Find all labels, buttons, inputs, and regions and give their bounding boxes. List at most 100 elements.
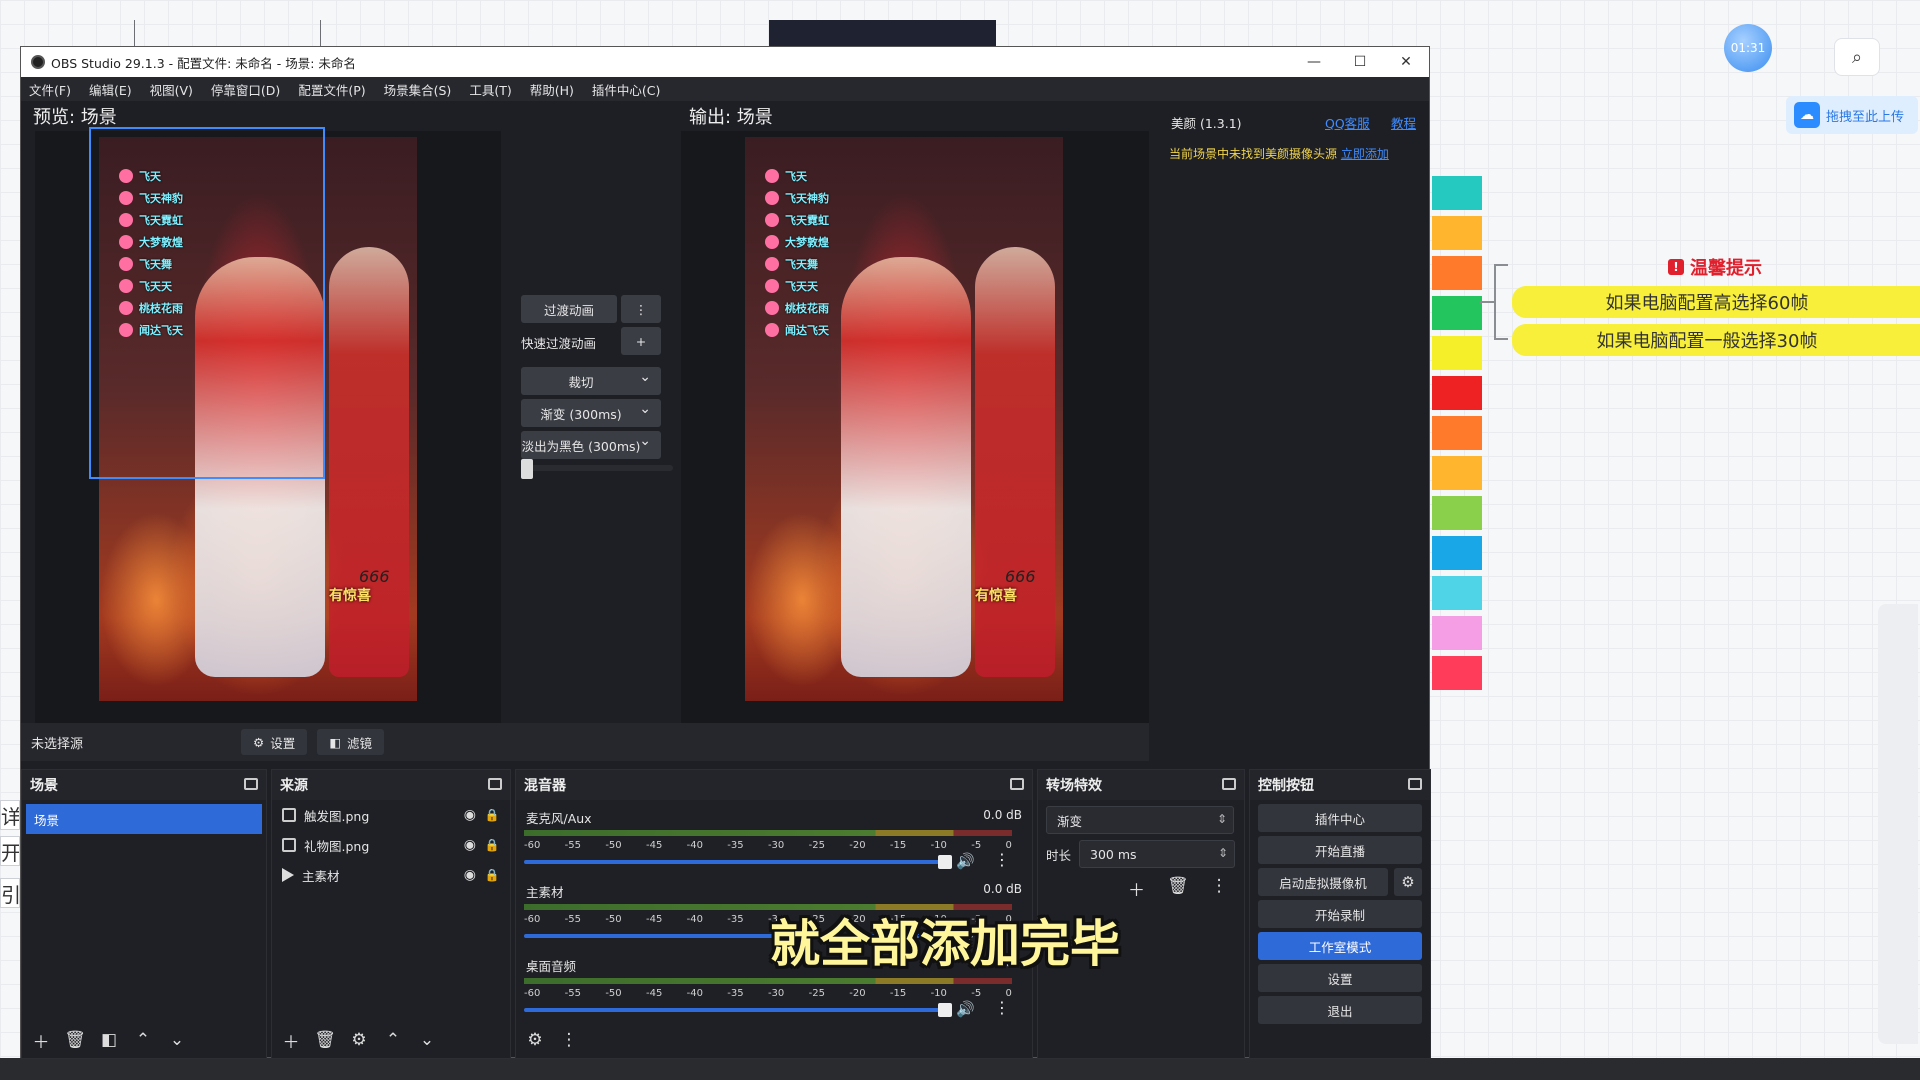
filter-icon: ◧	[329, 734, 342, 750]
quick-transition-fade[interactable]: 渐变 (300ms)	[521, 399, 661, 427]
sources-dock: 来源 触发图.png ◉ 🔒 礼物图.png ◉ 🔒 主素材 ◉ 🔒 ＋ 🗑 ⚙…	[271, 769, 511, 1059]
meter-tick: -5	[971, 840, 982, 851]
menu-scene-collection[interactable]: 场景集合(S)	[384, 80, 452, 99]
menu-profile[interactable]: 配置文件(P)	[298, 80, 365, 99]
window-title: OBS Studio 29.1.3 - 配置文件: 未命名 - 场景: 未命名	[51, 55, 356, 71]
transition-select[interactable]: 渐变	[1046, 806, 1234, 834]
start-recording-button[interactable]: 开始录制	[1258, 900, 1422, 928]
remove-source-icon[interactable]: 🗑	[314, 1030, 336, 1050]
speaker-icon[interactable]: 🔊	[956, 1000, 975, 1018]
kebab-menu-icon[interactable]: ⋮	[558, 1030, 580, 1050]
overlay-text: 有惊喜	[975, 588, 1017, 604]
tutorial-link[interactable]: 教程	[1391, 113, 1416, 132]
undock-icon[interactable]	[1222, 778, 1236, 790]
source-item[interactable]: 礼物图.png ◉ 🔒	[272, 830, 510, 860]
settings-button[interactable]: 设置	[1258, 964, 1422, 992]
eye-icon[interactable]: ◉	[464, 807, 476, 823]
undock-icon[interactable]	[244, 778, 258, 790]
transition-button[interactable]: 过渡动画	[521, 295, 617, 323]
studio-mode-button[interactable]: 工作室模式	[1258, 932, 1422, 960]
virtual-camera-settings-button[interactable]: ⚙	[1394, 868, 1422, 896]
add-beauty-cam-link[interactable]: 立即添加	[1341, 147, 1389, 161]
minimize-button[interactable]: —	[1291, 54, 1337, 70]
source-settings-button[interactable]: ⚙ 设置	[241, 729, 308, 755]
title-bar[interactable]: OBS Studio 29.1.3 - 配置文件: 未命名 - 场景: 未命名 …	[21, 47, 1429, 77]
meter-tick: -50	[605, 914, 622, 925]
qq-support-link[interactable]: QQ客服	[1325, 113, 1370, 132]
menu-docks[interactable]: 停靠窗口(D)	[211, 80, 280, 99]
menu-plugin-center[interactable]: 插件中心(C)	[592, 80, 660, 99]
search-button[interactable]: ⌕	[1834, 38, 1880, 76]
source-filters-button[interactable]: ◧ 滤镜	[317, 729, 385, 755]
source-item[interactable]: 主素材 ◉ 🔒	[272, 860, 510, 890]
source-name: 触发图.png	[304, 808, 370, 824]
move-up-icon[interactable]: ⌃	[382, 1030, 404, 1050]
beauty-warning-text: 当前场景中未找到美颜摄像头源	[1169, 147, 1338, 161]
preview-canvas[interactable]: 飞天 飞天神豹 飞天霓虹 大梦敦煌 飞天舞 飞天天 桃枝花雨 闻达飞天 666 …	[35, 127, 501, 753]
start-virtual-camera-button[interactable]: 启动虚拟摄像机	[1258, 868, 1388, 896]
eye-icon[interactable]: ◉	[464, 867, 476, 883]
exit-button[interactable]: 退出	[1258, 996, 1422, 1024]
source-item[interactable]: 触发图.png ◉ 🔒	[272, 800, 510, 830]
menu-help[interactable]: 帮助(H)	[530, 80, 574, 99]
remove-scene-icon[interactable]: 🗑	[64, 1030, 86, 1050]
meter-tick: -45	[645, 840, 663, 851]
controls-dock: 控制按钮 插件中心 开始直播 启动虚拟摄像机 ⚙ 开始录制 工作室模式 设置 退…	[1249, 769, 1431, 1059]
remove-transition-icon[interactable]: 🗑	[1167, 876, 1189, 901]
move-up-icon[interactable]: ⌃	[132, 1030, 154, 1050]
volume-slider[interactable]	[524, 855, 952, 869]
meter-tick: -15	[889, 840, 907, 851]
move-down-icon[interactable]: ⌄	[166, 1030, 188, 1050]
kebab-menu-icon[interactable]: ⋮	[994, 998, 1010, 1017]
undock-icon[interactable]	[1408, 778, 1422, 790]
start-streaming-button[interactable]: 开始直播	[1258, 836, 1422, 864]
volume-handle[interactable]	[938, 855, 952, 869]
undock-icon[interactable]	[488, 778, 502, 790]
menu-file[interactable]: 文件(F)	[29, 80, 71, 99]
quick-transition-fade-black[interactable]: 淡出为黑色 (300ms)	[521, 431, 661, 459]
lock-icon[interactable]: 🔒	[484, 838, 500, 852]
source-properties-icon[interactable]: ⚙	[348, 1030, 370, 1050]
add-quick-transition-button[interactable]: +	[621, 327, 661, 355]
search-icon: ⌕	[1851, 46, 1863, 68]
lock-icon[interactable]: 🔒	[484, 868, 500, 882]
source-selection-box[interactable]	[89, 127, 325, 479]
maximize-button[interactable]: ☐	[1337, 54, 1383, 70]
t-bar-slider[interactable]	[521, 459, 673, 479]
upload-button[interactable]: ☁ 拖拽至此上传	[1786, 96, 1918, 134]
meter-tick: -55	[564, 914, 581, 925]
kebab-menu-icon[interactable]: ⋮	[1211, 876, 1228, 901]
volume-slider[interactable]	[524, 1003, 952, 1017]
beauty-warning: 当前场景中未找到美颜摄像头源 立即添加	[1169, 145, 1389, 162]
duration-input[interactable]: 300 ms	[1079, 840, 1236, 868]
advanced-audio-icon[interactable]: ⚙	[524, 1030, 546, 1050]
menu-view[interactable]: 视图(V)	[150, 80, 193, 99]
scene-filters-icon[interactable]: ◧	[98, 1030, 120, 1050]
transition-menu-button[interactable]: ⋮	[621, 295, 661, 323]
scene-item[interactable]: 场景	[26, 804, 262, 834]
quick-transition-cut[interactable]: 裁切	[521, 367, 661, 395]
gear-icon: ⚙	[1401, 873, 1415, 891]
t-bar-handle[interactable]	[521, 459, 533, 479]
menu-edit[interactable]: 编辑(E)	[89, 80, 132, 99]
volume-handle[interactable]	[938, 1003, 952, 1017]
gift-list: 飞天 飞天神豹 飞天霓虹 大梦敦煌 飞天舞 飞天天 桃枝花雨 闻达飞天	[765, 167, 829, 339]
add-transition-icon[interactable]: ＋	[1128, 876, 1145, 901]
add-scene-icon[interactable]: ＋	[30, 1028, 52, 1053]
right-side-dock[interactable]	[1878, 604, 1918, 1044]
plugin-center-button[interactable]: 插件中心	[1258, 804, 1422, 832]
kebab-menu-icon[interactable]: ⋮	[994, 850, 1010, 869]
undock-icon[interactable]	[1010, 778, 1024, 790]
add-source-icon[interactable]: ＋	[280, 1028, 302, 1053]
close-button[interactable]: ✕	[1383, 54, 1429, 70]
menu-tools[interactable]: 工具(T)	[469, 80, 511, 99]
eye-icon[interactable]: ◉	[464, 837, 476, 853]
meter-tick: -50	[605, 840, 622, 851]
dancer-figure-right	[329, 247, 409, 677]
gift-row: 飞天天	[765, 277, 829, 295]
scenes-title: 场景	[30, 778, 58, 794]
gift-icon	[765, 235, 779, 249]
speaker-icon[interactable]: 🔊	[956, 852, 975, 870]
move-down-icon[interactable]: ⌄	[416, 1030, 438, 1050]
lock-icon[interactable]: 🔒	[484, 808, 500, 822]
